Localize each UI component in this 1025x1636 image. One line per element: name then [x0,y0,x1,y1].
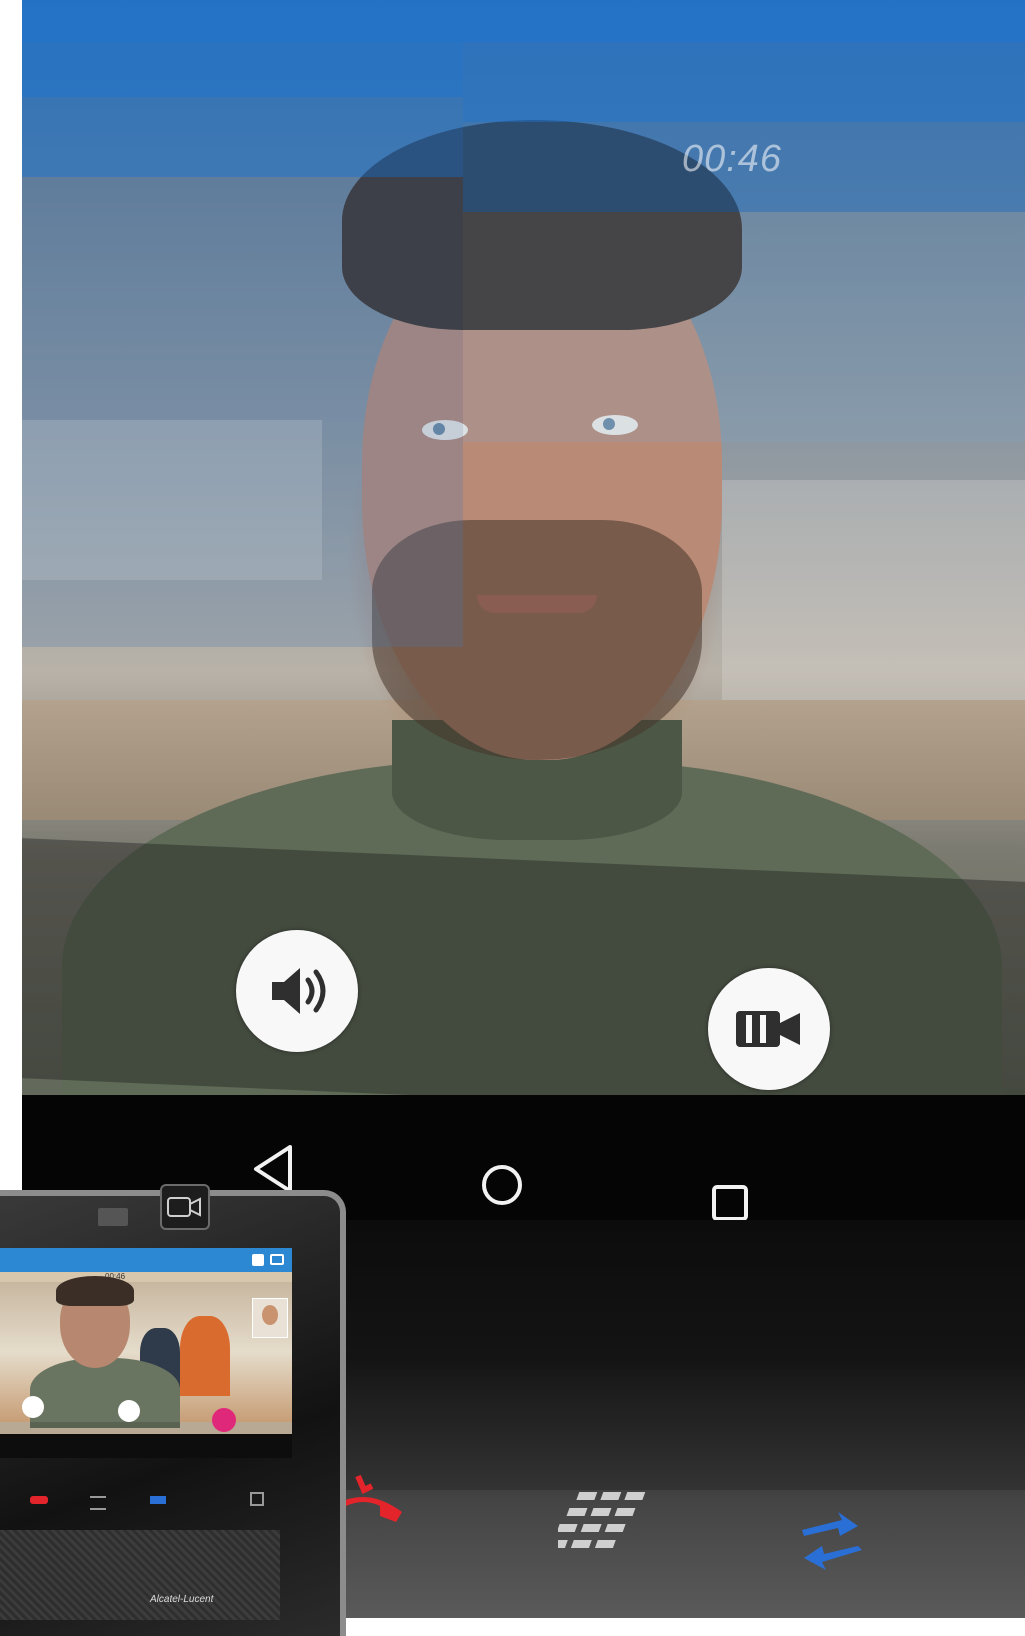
overlay-left [22,177,463,647]
app-header-left [22,42,463,97]
transfer-key[interactable] [792,1510,872,1585]
mini-hangup-key[interactable] [30,1496,48,1504]
video-call-view: 00:46 [22,0,1025,1220]
dialpad-icon [546,1492,646,1548]
transfer-icon [802,1512,862,1570]
mini-nav-bar [0,1434,292,1458]
mini-home-key[interactable] [250,1492,264,1506]
home-icon [482,1165,522,1205]
overlay-panel [463,212,1025,442]
mini-key-row [0,1486,280,1522]
mini-dialpad-key[interactable] [90,1496,106,1510]
dialpad-key[interactable] [546,1490,648,1555]
call-controls-bar [22,838,1025,1122]
camera-module [160,1184,210,1230]
call-timer: 00:46 [681,138,783,180]
mini-transfer-key[interactable] [150,1496,166,1504]
privacy-shutter [98,1208,128,1226]
desk-phone-device: 00:46 Alcatel-Lucent [0,1180,350,1636]
speaker-button[interactable] [236,930,358,1052]
mini-end-call-button[interactable] [212,1408,236,1432]
app-header-right [463,42,1025,122]
panel-ridge [312,1380,1025,1490]
video-camera-icon [736,1011,800,1047]
person-mouth [477,595,597,613]
mini-person-hair [56,1276,134,1306]
recents-icon [712,1185,748,1221]
mini-self-view [252,1298,288,1338]
mini-header [0,1248,292,1272]
brand-label: Alcatel-Lucent [150,1594,214,1605]
mini-person-shirt [30,1358,180,1428]
mini-screen: 00:46 [0,1248,292,1458]
mini-video-button[interactable] [118,1400,140,1422]
camera-icon [167,1197,201,1217]
contact-icon[interactable] [252,1254,264,1266]
speaker-grille [0,1530,280,1620]
app-header-left-fade [22,97,463,177]
mini-speaker-button[interactable] [22,1396,44,1418]
video-button[interactable] [708,968,830,1090]
background-office-right [722,480,1025,700]
chat-icon[interactable] [270,1254,284,1265]
status-bar [22,0,1025,42]
mini-coworker [180,1316,230,1396]
home-button[interactable] [480,1163,524,1212]
speaker-icon [272,968,326,1014]
